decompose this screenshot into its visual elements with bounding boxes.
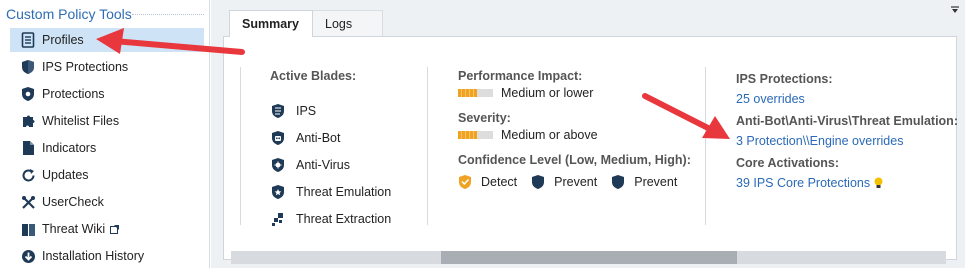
tab-label: Summary xyxy=(242,17,299,31)
annotation-arrows xyxy=(96,28,730,139)
tab-summary[interactable]: Summary xyxy=(229,10,313,37)
arrow-to-profiles xyxy=(96,28,245,55)
arrow-to-engine-overrides xyxy=(642,93,730,139)
